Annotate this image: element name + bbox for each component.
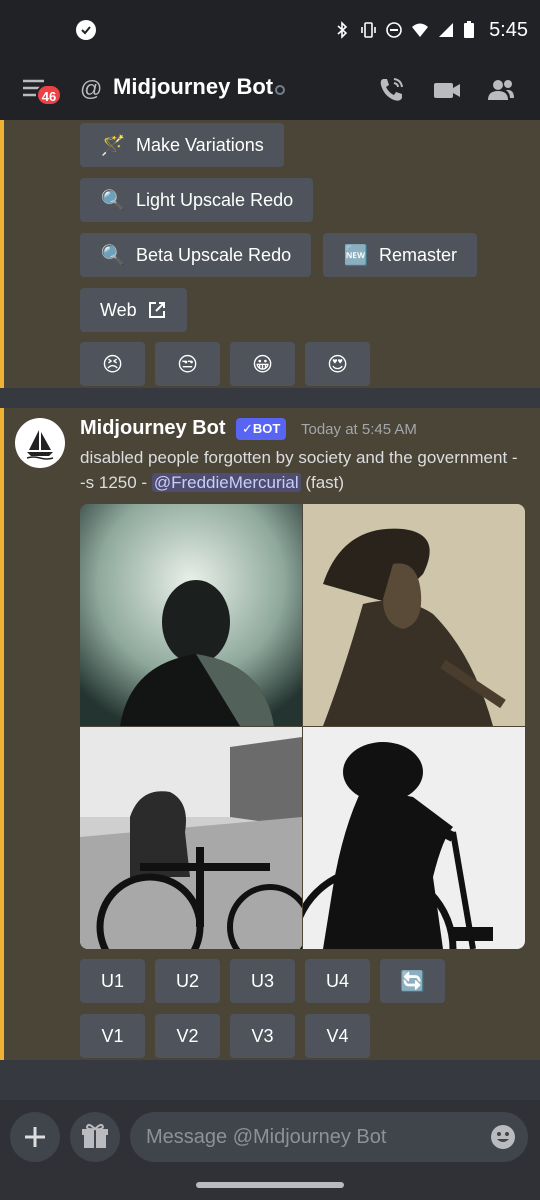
plus-icon[interactable] <box>10 1112 60 1162</box>
persevering-face-icon: 😣 <box>102 353 123 376</box>
bluetooth-icon <box>333 21 351 39</box>
members-icon[interactable] <box>486 75 516 105</box>
reaction-button[interactable]: 😣 <box>80 342 145 386</box>
do-not-disturb-icon <box>385 21 403 39</box>
button-label: Light Upscale Redo <box>136 189 294 210</box>
check-circle-icon <box>76 20 96 40</box>
variation-button-1[interactable]: V1 <box>80 1014 145 1058</box>
phone-icon[interactable] <box>376 75 406 105</box>
variation-button-4[interactable]: V4 <box>305 1014 370 1058</box>
reaction-button[interactable]: 😍 <box>305 342 370 386</box>
message-input[interactable] <box>146 1112 476 1162</box>
button-label: Make Variations <box>136 134 264 155</box>
video-icon[interactable] <box>432 75 462 105</box>
button-label: V4 <box>326 1025 349 1046</box>
button-label: U3 <box>250 970 274 991</box>
at-icon: @ <box>80 76 103 101</box>
mention-highlight-bar <box>0 120 4 1060</box>
user-mention[interactable]: @FreddieMercurial <box>151 473 301 492</box>
battery-icon <box>463 21 481 39</box>
upscale-button-1[interactable]: U1 <box>80 959 145 1003</box>
grinning-face-icon: 😀 <box>252 353 273 376</box>
remaster-button[interactable]: 🆕 Remaster <box>323 233 478 277</box>
status-icons: 5:45 <box>333 16 528 44</box>
reroll-button[interactable]: 🔄 <box>380 959 445 1003</box>
image-tile-2 <box>303 504 525 726</box>
beta-upscale-redo-button[interactable]: 🔍 Beta Upscale Redo <box>80 233 312 277</box>
button-label: V3 <box>251 1025 274 1046</box>
variation-button-3[interactable]: V3 <box>230 1014 295 1058</box>
message-timestamp: Today at 5:45 AM <box>301 421 417 438</box>
image-tile-3 <box>80 727 302 949</box>
button-label: Beta Upscale Redo <box>136 244 292 265</box>
gesture-home-bar[interactable] <box>196 1182 344 1188</box>
heart-eyes-face-icon: 😍 <box>327 353 348 376</box>
sailboat-icon <box>26 430 54 460</box>
button-label: V2 <box>176 1025 199 1046</box>
channel-header: 46 @ Midjourney Bot <box>0 60 540 120</box>
avatar[interactable] <box>15 418 65 468</box>
message-divider <box>0 388 540 408</box>
variation-button-2[interactable]: V2 <box>155 1014 220 1058</box>
button-label: U2 <box>175 970 199 991</box>
reaction-button[interactable]: 😀 <box>230 342 295 386</box>
button-label: U4 <box>325 970 349 991</box>
clock: 5:45 <box>489 18 528 41</box>
magic-wand-icon: 🪄 <box>100 134 126 157</box>
gift-icon[interactable] <box>70 1112 120 1162</box>
wifi-icon <box>411 21 429 39</box>
upscale-button-2[interactable]: U2 <box>155 959 220 1003</box>
signal-icon <box>437 21 455 39</box>
reaction-button[interactable]: 😒 <box>155 342 220 386</box>
message-author[interactable]: Midjourney Bot <box>80 417 226 440</box>
light-upscale-redo-button[interactable]: 🔍 Light Upscale Redo <box>80 178 314 222</box>
new-icon: 🆕 <box>343 244 369 267</box>
external-link-icon <box>148 302 165 318</box>
button-label: Remaster <box>379 244 458 265</box>
magnifier-icon: 🔍 <box>100 244 126 267</box>
upscale-button-3[interactable]: U3 <box>230 959 295 1003</box>
vibrate-icon <box>359 21 377 39</box>
generated-image-grid[interactable] <box>80 504 525 949</box>
message-input-box[interactable] <box>130 1112 528 1162</box>
message-text-suffix: (fast) <box>300 473 345 492</box>
unamused-face-icon: 😒 <box>177 353 198 376</box>
image-tile-1 <box>80 504 302 726</box>
web-button[interactable]: Web <box>80 288 187 332</box>
refresh-icon: 🔄 <box>400 970 425 993</box>
status-bar: 5:45 <box>0 0 540 60</box>
image-tile-4 <box>303 727 525 949</box>
offline-status-icon <box>275 85 285 95</box>
button-label: V1 <box>101 1025 124 1046</box>
page-title: Midjourney Bot <box>113 74 274 99</box>
emoji-icon[interactable] <box>490 1124 516 1150</box>
button-label: Web <box>100 299 137 320</box>
upscale-button-4[interactable]: U4 <box>305 959 370 1003</box>
message-area[interactable]: 🪄 Make Variations 🔍 Light Upscale Redo 🔍… <box>0 120 540 1060</box>
bot-badge: ✓BOT <box>236 418 287 440</box>
message-content: disabled people forgotten by society and… <box>80 445 520 495</box>
button-label: U1 <box>100 970 124 991</box>
magnifier-icon: 🔍 <box>100 189 126 212</box>
make-variations-button[interactable]: 🪄 Make Variations <box>80 123 284 167</box>
notification-badge: 46 <box>36 84 62 106</box>
